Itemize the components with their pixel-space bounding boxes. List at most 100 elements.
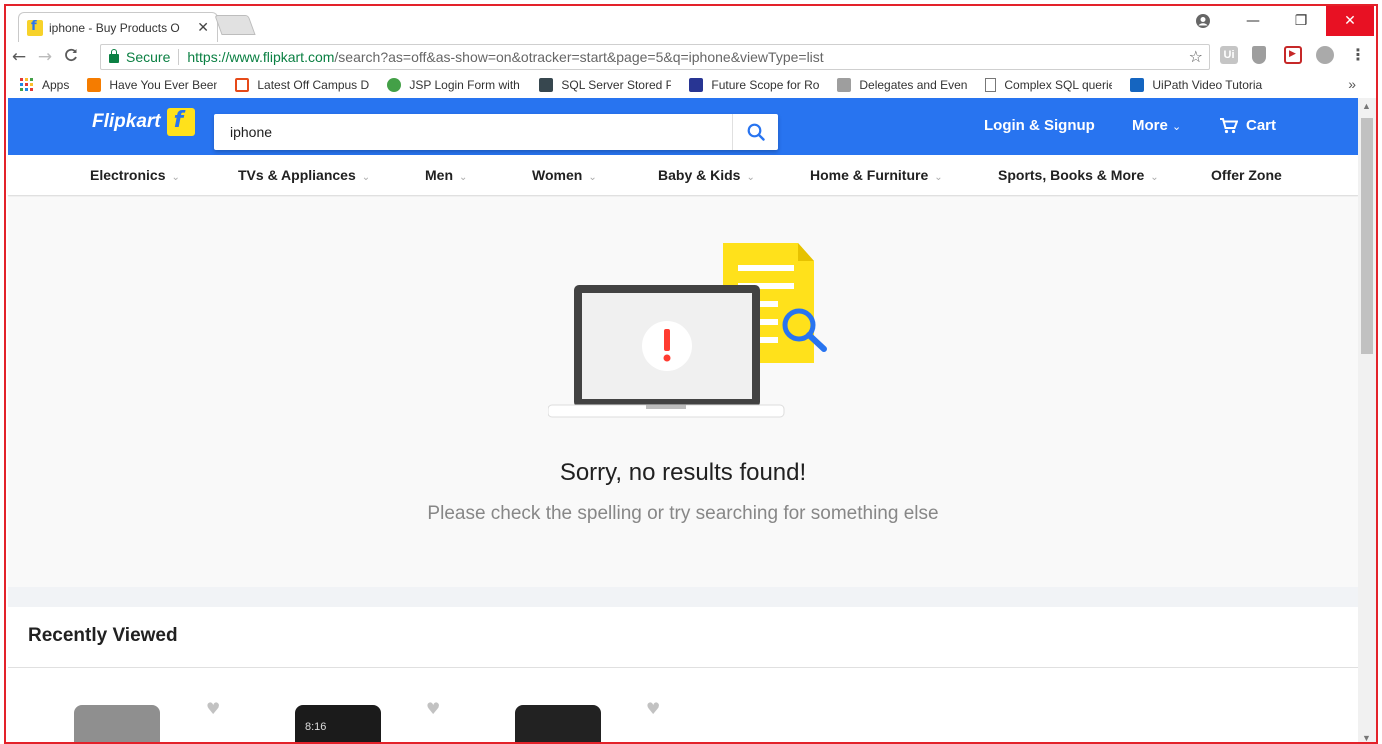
category-label: Offer Zone <box>1211 167 1282 183</box>
bookmark-favicon-icon <box>87 78 102 92</box>
bookmark-label: Apps <box>42 78 70 92</box>
chevron-down-icon: ⌄ <box>459 172 468 183</box>
search-box <box>214 114 778 150</box>
recently-viewed-section: Recently Viewed ♥ 8:16 ♥ ♥ <box>8 607 1358 742</box>
scroll-thumb[interactable] <box>1361 118 1373 354</box>
chevron-down-icon: ⌄ <box>1150 172 1159 183</box>
browser-toolbar: ← → Secure https://www.flipkart.com /sea… <box>6 42 1376 72</box>
no-results-illustration <box>548 243 827 418</box>
chevron-down-icon: ⌄ <box>1172 121 1182 133</box>
bookmark-item[interactable]: Future Scope for Rol <box>689 78 819 92</box>
category-tvs-appliances[interactable]: TVs & Appliances ⌄ <box>238 167 370 183</box>
divider <box>8 667 1358 668</box>
more-bookmarks-icon[interactable]: » <box>1348 76 1356 92</box>
tab-strip: iphone - Buy Products O ✕ — ❐ ✕ <box>6 6 1376 42</box>
lock-icon <box>109 49 119 63</box>
bookmark-item[interactable]: Have You Ever Been <box>87 78 217 92</box>
category-men[interactable]: Men ⌄ <box>425 167 467 183</box>
category-home-furniture[interactable]: Home & Furniture ⌄ <box>810 167 943 183</box>
bookmark-label: UiPath Video Tutoria <box>1152 78 1263 92</box>
bookmark-label: Future Scope for Rol <box>711 78 820 92</box>
category-label: Women <box>532 167 583 183</box>
logo-text: Flipkart <box>92 111 161 132</box>
bookmark-label: JSP Login Form with <box>409 78 520 92</box>
wishlist-heart-icon[interactable]: ♥ <box>206 699 220 718</box>
search-icon <box>747 123 765 141</box>
reload-icon[interactable] <box>58 47 84 67</box>
search-button[interactable] <box>732 114 778 150</box>
bookmark-favicon-icon <box>235 78 250 92</box>
category-label: Home & Furniture <box>810 167 929 183</box>
profile-icon[interactable] <box>1180 6 1226 36</box>
cart-label: Cart <box>1246 117 1277 134</box>
flipkart-logo[interactable]: Flipkart <box>92 108 195 136</box>
bookmark-favicon-icon <box>387 78 402 92</box>
product-thumbnail[interactable] <box>74 705 160 742</box>
login-signup-link[interactable]: Login & Signup <box>984 117 1095 134</box>
chevron-down-icon: ⌄ <box>361 172 371 183</box>
scroll-up-icon[interactable]: ▲ <box>1362 101 1371 111</box>
category-baby-kids[interactable]: Baby & Kids ⌄ <box>658 167 755 183</box>
category-electronics[interactable]: Electronics ⌄ <box>90 167 180 183</box>
red-play-extension-icon[interactable] <box>1284 46 1302 64</box>
forward-icon[interactable]: → <box>32 47 58 67</box>
category-sports-books[interactable]: Sports, Books & More ⌄ <box>998 167 1159 183</box>
bookmark-item[interactable]: JSP Login Form with <box>387 78 521 92</box>
url-path: /search?as=off&as-show=on&otracker=start… <box>334 49 824 65</box>
bookmarks-bar: Apps Have You Ever Been Latest Off Campu… <box>6 72 1376 98</box>
phone-screen-time: 8:16 <box>305 721 327 733</box>
omnibox-divider <box>178 49 180 65</box>
category-women[interactable]: Women ⌄ <box>532 167 597 183</box>
bookmark-apps[interactable]: Apps <box>20 78 69 92</box>
secure-label: Secure <box>126 49 171 65</box>
product-thumbnail[interactable] <box>515 705 601 742</box>
browser-menu-icon[interactable]: ⋮ <box>1350 45 1366 64</box>
more-label: More <box>1132 117 1168 134</box>
shield-extension-icon[interactable] <box>1252 46 1266 64</box>
category-label: Electronics <box>90 167 166 183</box>
browser-tab[interactable]: iphone - Buy Products O ✕ <box>18 12 218 42</box>
chevron-down-icon: ⌄ <box>746 172 755 183</box>
search-input[interactable] <box>214 114 732 150</box>
more-menu[interactable]: More ⌄ <box>1132 117 1181 134</box>
bookmark-label: SQL Server Stored Pr <box>561 78 672 92</box>
apps-grid-icon <box>20 78 33 91</box>
bookmark-favicon-icon <box>689 78 704 92</box>
category-label: Baby & Kids <box>658 167 741 183</box>
category-label: Men <box>425 167 453 183</box>
wishlist-heart-icon[interactable]: ♥ <box>426 699 440 718</box>
close-window-button[interactable]: ✕ <box>1326 6 1374 36</box>
recently-viewed-heading: Recently Viewed <box>28 625 178 646</box>
bookmark-star-icon[interactable]: ☆ <box>1189 47 1203 66</box>
chevron-down-icon: ⌄ <box>171 172 180 183</box>
wishlist-heart-icon[interactable]: ♥ <box>646 699 660 718</box>
bookmark-item[interactable]: Latest Off Campus D <box>235 78 369 92</box>
bookmark-label: Complex SQL querie <box>1004 78 1113 92</box>
cart-link[interactable]: Cart <box>1220 117 1276 134</box>
back-icon[interactable]: ← <box>6 47 32 67</box>
bookmark-item[interactable]: SQL Server Stored Pr <box>539 78 671 92</box>
bookmark-label: Latest Off Campus D <box>257 78 370 92</box>
bookmark-label: Delegates and Event <box>859 78 968 92</box>
bookmark-item[interactable]: UiPath Video Tutoria <box>1130 78 1264 92</box>
address-bar[interactable]: Secure https://www.flipkart.com /search?… <box>100 44 1210 70</box>
minimize-button[interactable]: — <box>1230 6 1276 36</box>
url-host: https://www.flipkart.com <box>187 49 335 65</box>
new-tab-button[interactable] <box>214 15 256 35</box>
category-label: TVs & Appliances <box>238 167 356 183</box>
uipath-extension-icon[interactable]: Ui <box>1220 46 1238 64</box>
bookmark-item[interactable]: Delegates and Event <box>837 78 967 92</box>
section-gap <box>8 587 1358 607</box>
no-results-title: Sorry, no results found! <box>559 459 807 486</box>
bookmark-item[interactable]: Complex SQL querie <box>985 78 1112 92</box>
search-results-empty: Sorry, no results found! Please check th… <box>8 197 1358 587</box>
scroll-down-icon[interactable]: ▼ <box>1362 733 1371 742</box>
site-header: Flipkart Login & Signup More ⌄ Cart <box>8 98 1358 155</box>
grey-extension-icon[interactable] <box>1316 46 1334 64</box>
product-thumbnail[interactable]: 8:16 <box>295 705 381 742</box>
category-offer-zone[interactable]: Offer Zone <box>1211 167 1282 183</box>
restore-button[interactable]: ❐ <box>1278 6 1324 36</box>
chevron-down-icon: ⌄ <box>588 172 597 183</box>
tab-close-icon[interactable]: ✕ <box>197 19 209 36</box>
page-scrollbar[interactable]: ▲ ▼ <box>1358 98 1376 742</box>
